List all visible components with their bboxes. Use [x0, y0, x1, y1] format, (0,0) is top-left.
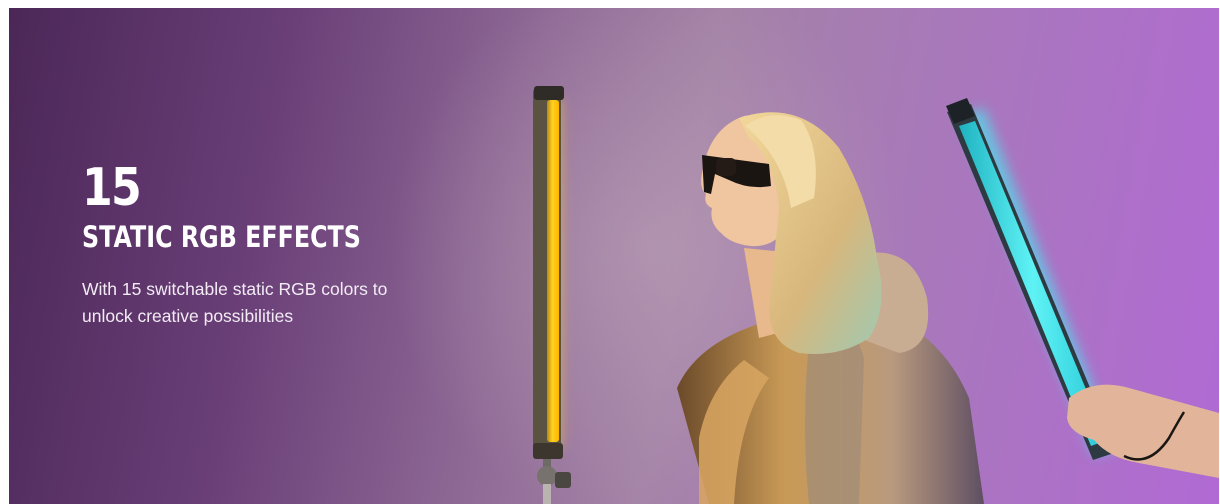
- feature-text-block: 15 STATIC RGB EFFECTS With 15 switchable…: [82, 158, 442, 330]
- cyan-tube-light-icon: [946, 98, 1219, 478]
- person-illustration: [677, 112, 984, 504]
- feature-number: 15: [82, 158, 142, 218]
- yellow-tube-light-icon: [533, 86, 571, 504]
- feature-description: With 15 switchable static RGB colors to …: [82, 279, 388, 326]
- feature-title: STATIC RGB EFFECTS: [82, 220, 361, 254]
- hero-banner: 15 STATIC RGB EFFECTS With 15 switchable…: [9, 8, 1219, 504]
